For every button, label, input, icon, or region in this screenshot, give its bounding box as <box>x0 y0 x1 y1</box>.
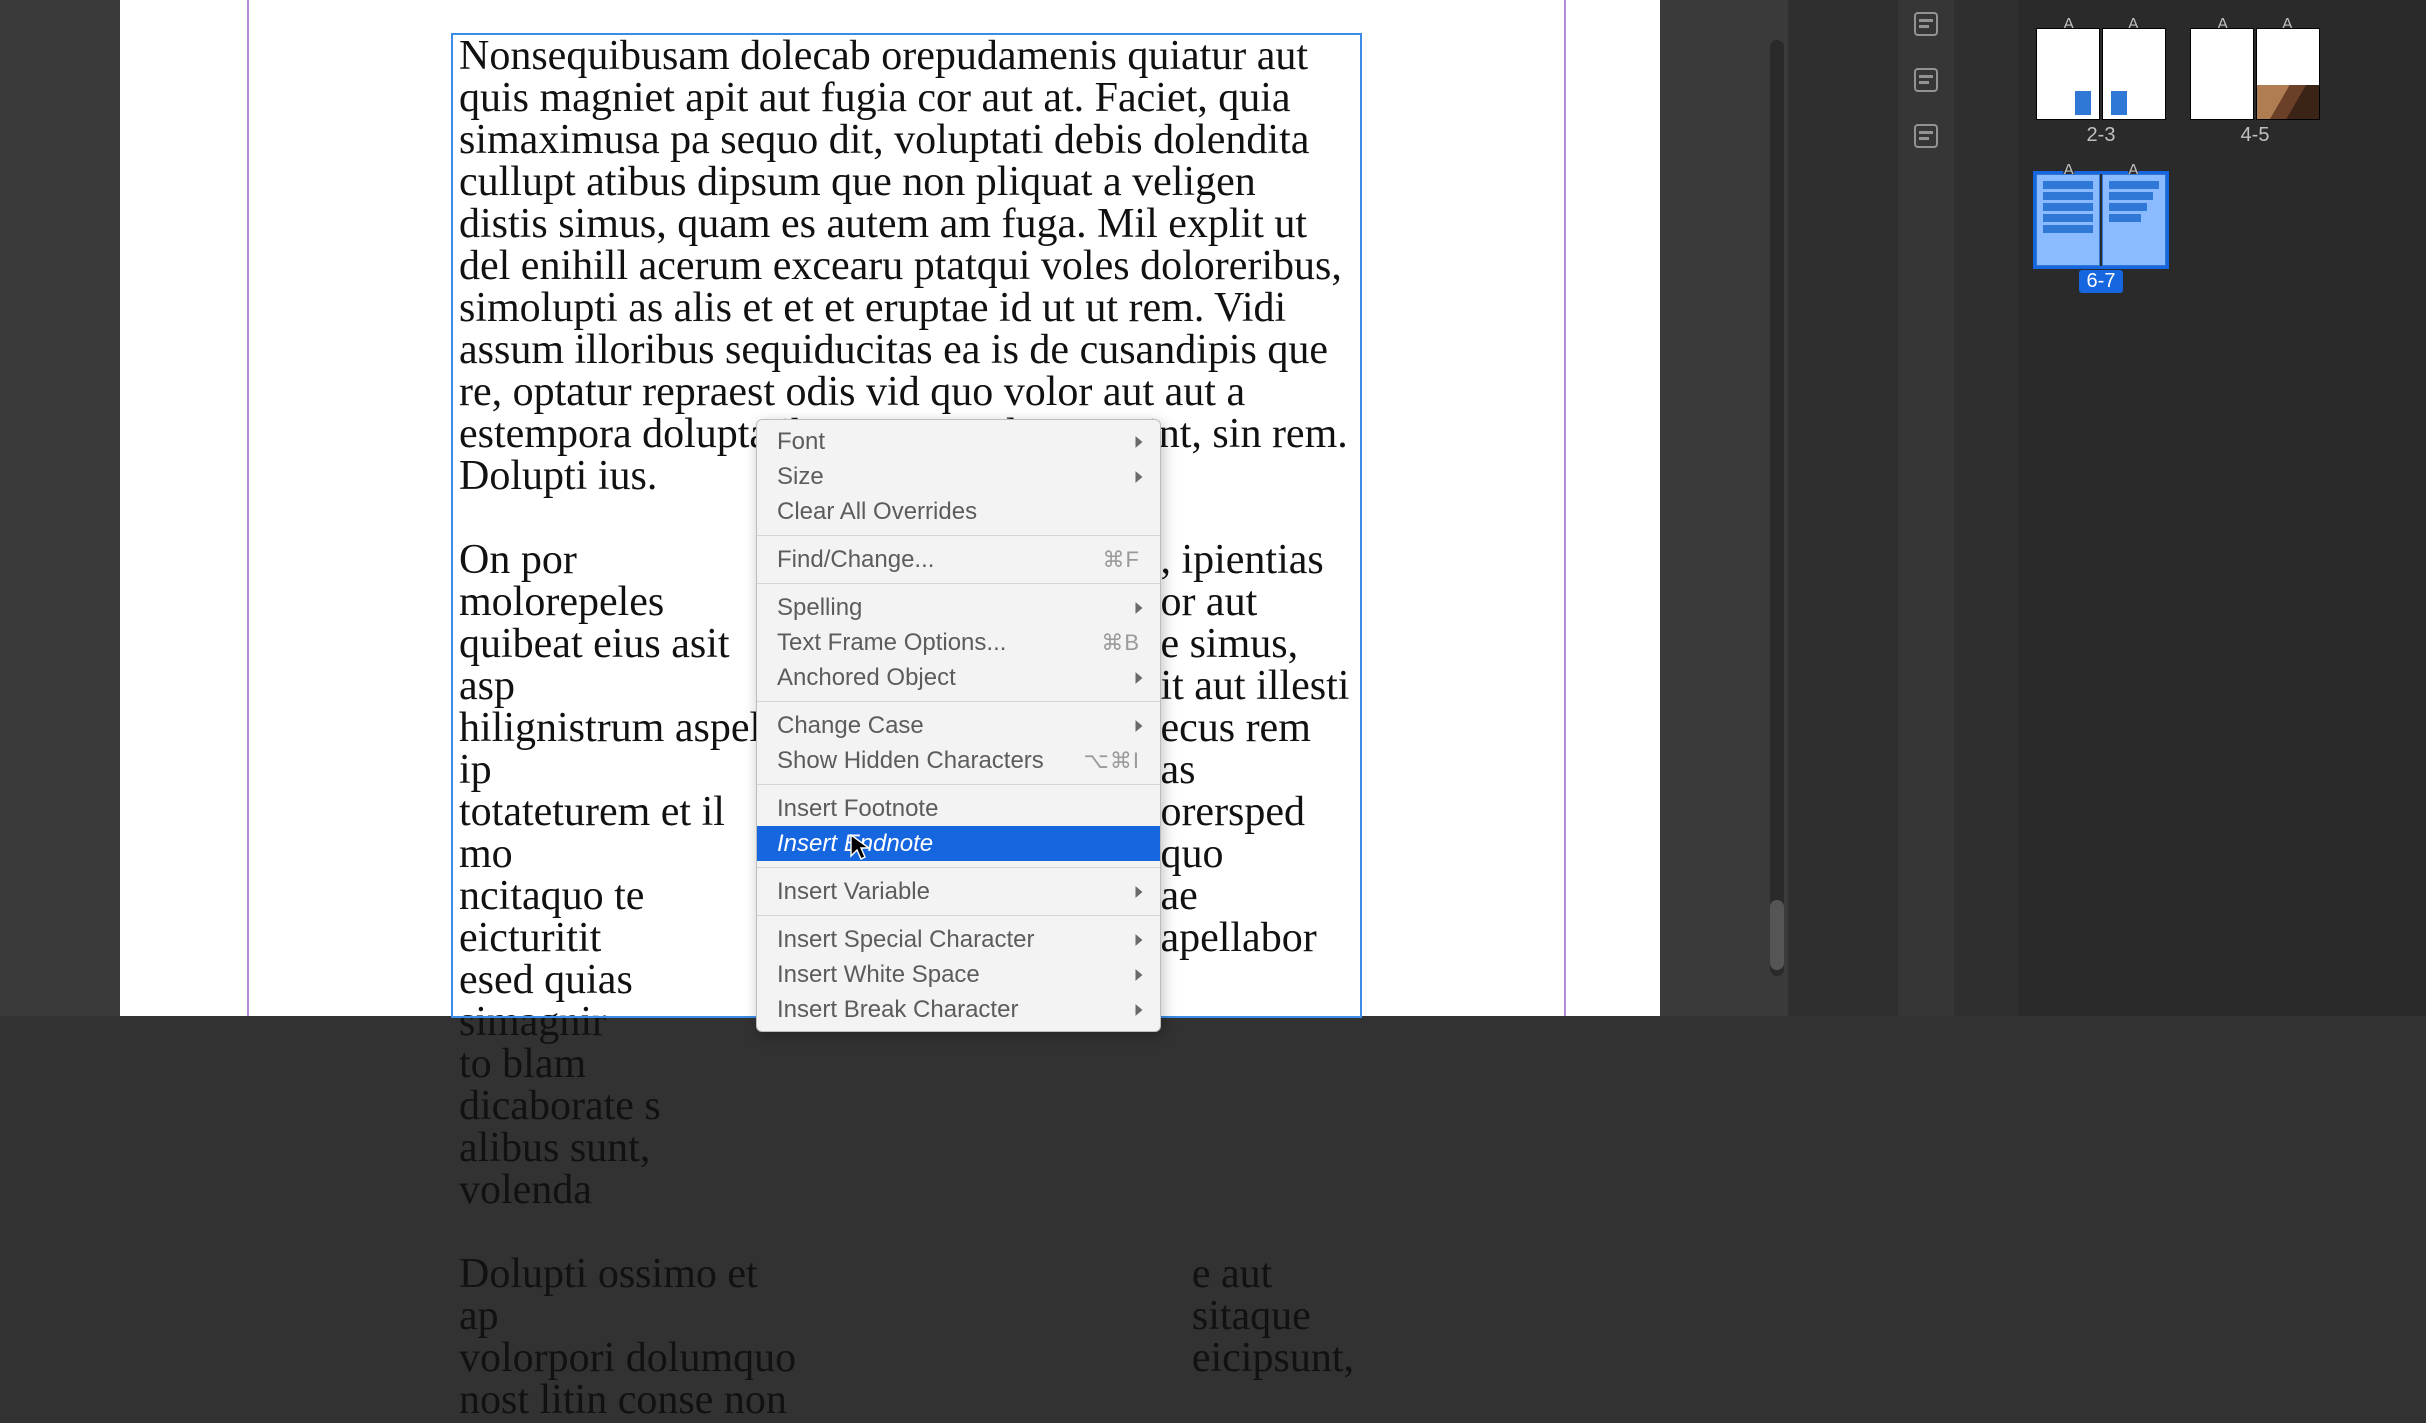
spread-label: 6-7 <box>2079 270 2124 293</box>
context-menu-item[interactable]: Insert White Space <box>757 957 1160 992</box>
vertical-scrollbar[interactable] <box>1766 0 1788 1016</box>
page-thumbnail[interactable] <box>2102 28 2166 120</box>
body-paragraph[interactable]: On por molorepeles quibeat eius asit asp… <box>459 539 765 1211</box>
menu-item-label: Insert Footnote <box>777 794 1146 824</box>
menu-item-label: Change Case <box>777 711 1132 741</box>
menu-separator <box>757 867 1160 868</box>
page-spread-thumbnail[interactable]: AA4-5 <box>2190 28 2320 147</box>
chevron-right-icon <box>1132 470 1146 484</box>
page-thumbnail[interactable] <box>2036 28 2100 120</box>
menu-separator <box>757 701 1160 702</box>
context-menu-item[interactable]: Insert Variable <box>757 874 1160 909</box>
body-paragraph[interactable]: Dolupti ossimo et ap volorpori dolumquo … <box>459 1253 797 1421</box>
context-menu-item[interactable]: Clear All Overrides <box>757 494 1160 529</box>
scrollbar-thumb[interactable] <box>1770 900 1784 970</box>
menu-item-label: Insert Special Character <box>777 925 1132 955</box>
panel-icon[interactable] <box>1908 6 1944 42</box>
context-menu-item[interactable]: Insert Special Character <box>757 922 1160 957</box>
page[interactable]: Nonsequibusam dolecab orepudamenis quiat… <box>120 0 1660 1016</box>
menu-separator <box>757 784 1160 785</box>
menu-item-label: Spelling <box>777 593 1132 623</box>
spread-label: 2-3 <box>2087 124 2116 147</box>
context-menu-item[interactable]: Insert Footnote <box>757 791 1160 826</box>
chevron-right-icon <box>1132 671 1146 685</box>
menu-item-label: Find/Change... <box>777 545 1103 575</box>
page-thumbnail[interactable] <box>2036 174 2100 266</box>
margin-guide-left <box>247 0 249 1016</box>
context-menu-item[interactable]: Size <box>757 459 1160 494</box>
menu-item-shortcut: ⌘B <box>1101 628 1140 658</box>
menu-item-label: Insert White Space <box>777 960 1132 990</box>
menu-item-label: Insert Endnote <box>777 829 1146 859</box>
page-spread-thumbnail[interactable]: AA2-3 <box>2036 28 2166 147</box>
menu-item-label: Clear All Overrides <box>777 497 1146 527</box>
menu-item-label: Insert Break Character <box>777 995 1132 1025</box>
menu-separator <box>757 535 1160 536</box>
menu-separator <box>757 915 1160 916</box>
context-menu-item[interactable]: Font <box>757 424 1160 459</box>
margin-guide-right <box>1564 0 1566 1016</box>
chevron-right-icon <box>1132 1003 1146 1017</box>
collapsed-panel-strip[interactable] <box>1898 0 1954 1016</box>
page-thumbnail[interactable] <box>2102 174 2166 266</box>
menu-item-label: Size <box>777 462 1132 492</box>
panel-icon[interactable] <box>1908 62 1944 98</box>
chevron-right-icon <box>1132 968 1146 982</box>
canvas[interactable]: Nonsequibusam dolecab orepudamenis quiat… <box>0 0 1788 1016</box>
menu-item-label: Anchored Object <box>777 663 1132 693</box>
menu-item-label: Show Hidden Characters <box>777 746 1084 776</box>
menu-item-shortcut: ⌥⌘I <box>1084 746 1140 776</box>
context-menu-item[interactable]: Find/Change...⌘F <box>757 542 1160 577</box>
context-menu: Font Size Clear All Overrides Find/Change..… <box>756 419 1161 1032</box>
context-menu-item[interactable]: Insert Endnote <box>757 826 1160 861</box>
menu-item-label: Text Frame Options... <box>777 628 1101 658</box>
body-paragraph[interactable]: , ipientias or aut e simus, it aut illes… <box>1160 539 1354 1211</box>
menu-item-shortcut: ⌘F <box>1103 545 1140 575</box>
context-menu-item[interactable]: Text Frame Options...⌘B <box>757 625 1160 660</box>
page-thumbnail[interactable] <box>2190 28 2254 120</box>
chevron-right-icon <box>1132 435 1146 449</box>
context-menu-item[interactable]: Anchored Object <box>757 660 1160 695</box>
spread-label: 4-5 <box>2241 124 2270 147</box>
pages-panel[interactable]: AA2-3AA4-5 AA6-7 <box>2018 0 2426 1016</box>
menu-separator <box>757 583 1160 584</box>
panel-icon[interactable] <box>1908 118 1944 154</box>
chevron-right-icon <box>1132 933 1146 947</box>
context-menu-item[interactable]: Show Hidden Characters⌥⌘I <box>757 743 1160 778</box>
page-thumbnail[interactable] <box>2256 28 2320 120</box>
context-menu-item[interactable]: Change Case <box>757 708 1160 743</box>
chevron-right-icon <box>1132 601 1146 615</box>
context-menu-item[interactable]: Spelling <box>757 590 1160 625</box>
chevron-right-icon <box>1132 719 1146 733</box>
panels-area: AA2-3AA4-5 AA6-7 <box>1788 0 2426 1016</box>
menu-item-label: Insert Variable <box>777 877 1132 907</box>
chevron-right-icon <box>1132 885 1146 899</box>
body-paragraph[interactable]: e aut sitaque eicipsunt, <box>1192 1253 1354 1421</box>
page-spread-thumbnail[interactable]: AA6-7 <box>2036 174 2166 293</box>
menu-item-label: Font <box>777 427 1132 457</box>
context-menu-item[interactable]: Insert Break Character <box>757 992 1160 1027</box>
